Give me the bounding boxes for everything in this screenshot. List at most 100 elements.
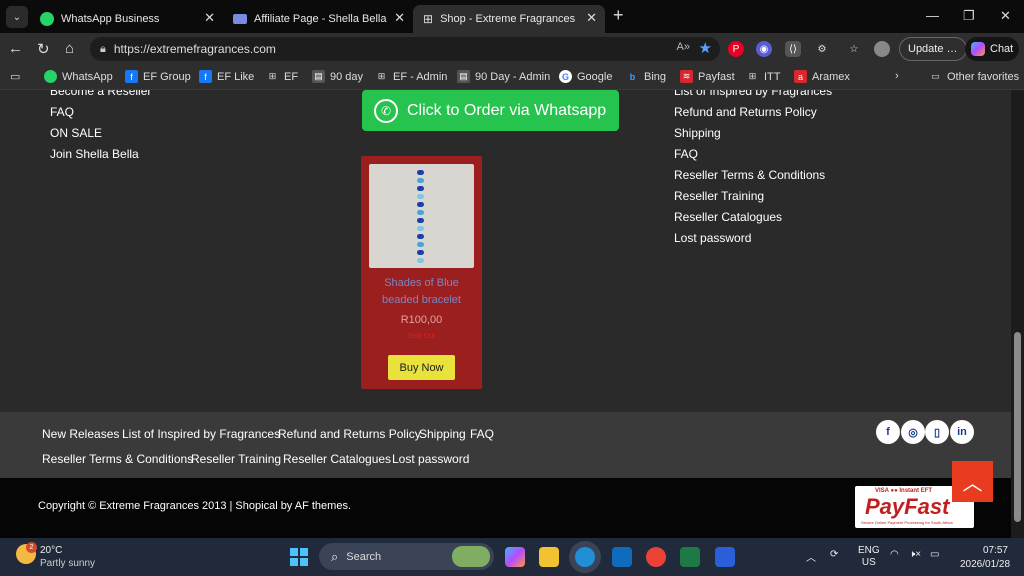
favorite-ef-admin[interactable]: ⊞ EF - Admin xyxy=(375,70,448,83)
link-shipping[interactable]: Shipping xyxy=(674,126,721,140)
tab-actions-icon[interactable]: ⌄ xyxy=(6,6,28,28)
taskbar-clock[interactable]: 07:57 2026/01/28 xyxy=(960,544,1010,572)
link-refund-policy[interactable]: Refund and Returns Policy xyxy=(674,105,817,119)
footer-link-reseller-catalogues[interactable]: Reseller Catalogues xyxy=(283,452,391,466)
extension-color-icon[interactable]: ◉ xyxy=(756,41,772,57)
link-inspired-fragrances[interactable]: List of Inspired by Fragrances xyxy=(674,90,832,98)
link-faq[interactable]: FAQ xyxy=(50,105,74,119)
chevron-right-icon[interactable]: › xyxy=(895,70,899,82)
close-icon[interactable]: ✕ xyxy=(586,10,597,26)
chrome-icon[interactable] xyxy=(646,547,666,567)
linkedin-icon[interactable]: in xyxy=(950,420,974,444)
volume-muted-icon[interactable]: 🕨︎× xyxy=(909,549,921,560)
tab-shop-extreme-fragrances[interactable]: ⊞ Shop - Extreme Fragrances ✕ xyxy=(413,5,605,33)
outlook-icon[interactable] xyxy=(612,547,632,567)
refresh-icon[interactable]: ↻ xyxy=(37,40,50,58)
favorite-label: EF - Admin xyxy=(393,70,448,83)
link-reseller-catalogues[interactable]: Reseller Catalogues xyxy=(674,210,782,224)
update-button[interactable]: Update … xyxy=(899,37,967,61)
favorites-icon[interactable]: ☆ xyxy=(846,41,862,57)
favorite-aramex[interactable]: a Aramex xyxy=(794,70,850,83)
favorite-bing[interactable]: b Bing xyxy=(626,70,666,83)
profile-avatar[interactable] xyxy=(874,41,890,57)
file-explorer-icon[interactable] xyxy=(539,547,559,567)
taskbar-search[interactable]: ⌕ Search xyxy=(319,543,494,570)
new-tab-icon[interactable]: + xyxy=(613,5,624,26)
other-favorites[interactable]: ▭ Other favorites xyxy=(929,70,1019,83)
footer-link-shipping[interactable]: Shipping xyxy=(419,427,466,441)
product-name[interactable]: Shades of Blue beaded bracelet xyxy=(361,275,482,309)
page-scrollbar[interactable] xyxy=(1011,90,1024,538)
copilot-chat-button[interactable]: Chat xyxy=(965,37,1019,61)
tab-affiliate-page[interactable]: Affiliate Page - Shella Bella ✕ xyxy=(223,5,413,33)
language-indicator[interactable]: ENG US xyxy=(858,545,880,569)
tray-chevron-up-icon[interactable]: ︿ xyxy=(806,549,816,564)
back-icon[interactable]: ← xyxy=(8,40,23,57)
home-icon[interactable]: ⌂ xyxy=(65,40,74,57)
favorite-star-icon[interactable]: ★ xyxy=(699,39,712,57)
link-reseller-training[interactable]: Reseller Training xyxy=(674,189,764,203)
favorite-ef-group[interactable]: f EF Group xyxy=(125,70,191,83)
grid-icon: ⊞ xyxy=(268,71,277,81)
bead xyxy=(417,178,424,183)
wifi-icon[interactable]: ◠ xyxy=(890,549,899,560)
close-icon[interactable]: ✕ xyxy=(204,10,215,26)
bead xyxy=(417,186,424,191)
extension-code-icon[interactable]: ⟨⟩ xyxy=(785,41,801,57)
window-close-icon[interactable]: ✕ xyxy=(1000,8,1011,24)
link-faq[interactable]: FAQ xyxy=(674,147,698,161)
phone-icon[interactable]: ▯ xyxy=(925,420,949,444)
footer-link-faq[interactable]: FAQ xyxy=(470,427,494,441)
footer-link-lost-password[interactable]: Lost password xyxy=(392,452,469,466)
copilot-icon[interactable] xyxy=(505,547,525,567)
edge-icon[interactable] xyxy=(575,547,595,567)
favorite-ef-like[interactable]: f EF Like xyxy=(199,70,254,83)
link-lost-password[interactable]: Lost password xyxy=(674,231,751,245)
favorite-google[interactable]: G Google xyxy=(559,70,612,83)
link-join-shella-bella[interactable]: Join Shella Bella xyxy=(50,147,139,161)
word-icon[interactable] xyxy=(715,547,735,567)
scrollbar-thumb[interactable] xyxy=(1014,332,1021,522)
extensions-icon[interactable]: ⚙ xyxy=(814,41,830,57)
copyright-text: Copyright © Extreme Fragrances 2013 | Sh… xyxy=(38,500,351,512)
close-icon[interactable]: ✕ xyxy=(394,10,405,26)
link-on-sale[interactable]: ON SALE xyxy=(50,126,102,140)
buy-now-button[interactable]: Buy Now xyxy=(388,355,455,380)
start-icon[interactable] xyxy=(290,548,308,566)
favorite-payfast[interactable]: ≋ Payfast xyxy=(680,70,735,83)
favorite-ef[interactable]: ⊞ EF xyxy=(266,70,298,83)
tab-whatsapp-business[interactable]: WhatsApp Business ✕ xyxy=(30,5,223,33)
footer-link-new-releases[interactable]: New Releases xyxy=(42,427,119,441)
favorite-90-day[interactable]: ▤ 90 day xyxy=(312,70,363,83)
search-highlight-image xyxy=(452,546,490,567)
scroll-to-top-button[interactable]: ︿ xyxy=(952,461,993,502)
footer-link-inspired[interactable]: List of Inspired by Fragrances xyxy=(122,427,280,441)
favorite-itt[interactable]: ⊞ ITT xyxy=(746,70,781,83)
link-become-reseller[interactable]: Become a Reseller xyxy=(50,90,151,98)
favorite-label: WhatsApp xyxy=(62,70,113,83)
footer-link-reseller-training[interactable]: Reseller Training xyxy=(191,452,281,466)
favorite-label: Other favorites xyxy=(947,70,1020,83)
region-code: US xyxy=(861,557,876,568)
link-reseller-terms[interactable]: Reseller Terms & Conditions xyxy=(674,168,825,182)
whatsapp-order-button[interactable]: ✆ Click to Order via Whatsapp xyxy=(362,90,619,131)
favorite-90-day-admin[interactable]: ▤ 90 Day - Admin xyxy=(457,70,550,83)
read-aloud-icon[interactable]: A» xyxy=(677,41,690,53)
sync-icon[interactable]: ⟳ xyxy=(830,549,838,560)
footer-link-refund[interactable]: Refund and Returns Policy xyxy=(278,427,421,441)
restore-icon[interactable]: ❐ xyxy=(963,8,975,24)
battery-icon[interactable]: ▭ xyxy=(930,549,939,560)
excel-icon[interactable] xyxy=(680,547,700,567)
instagram-icon[interactable]: ◎ xyxy=(901,420,925,444)
favorite-whatsapp[interactable]: WhatsApp xyxy=(44,70,113,83)
favorites-menu-icon[interactable]: ▭ xyxy=(10,70,20,83)
minimize-icon[interactable]: — xyxy=(926,8,939,23)
lock-icon[interactable]: 🔒︎ xyxy=(100,43,106,56)
facebook-icon[interactable]: f xyxy=(876,420,900,444)
pinterest-icon[interactable]: P xyxy=(728,41,744,57)
product-image[interactable] xyxy=(369,164,474,268)
address-bar[interactable]: 🔒︎ https://extremefragrances.com A» ★ xyxy=(90,37,720,61)
url-text[interactable]: https://extremefragrances.com xyxy=(114,42,276,56)
tab-title: Shop - Extreme Fragrances xyxy=(440,13,576,25)
footer-link-reseller-terms[interactable]: Reseller Terms & Conditions xyxy=(42,452,193,466)
